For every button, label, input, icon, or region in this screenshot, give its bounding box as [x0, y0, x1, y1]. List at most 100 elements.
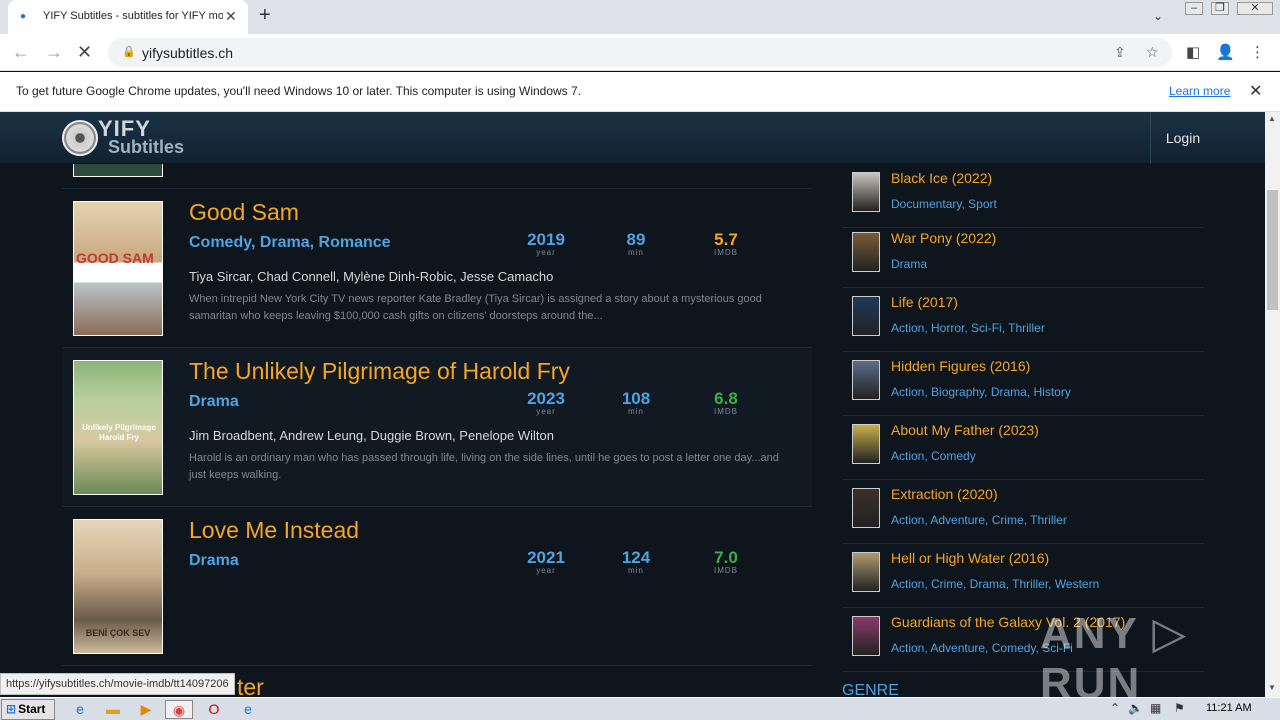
sidebar-thumb[interactable]	[852, 552, 880, 592]
movie-item-love-me-instead[interactable]: BENİ ÇOK SEV Love Me Instead Drama 2021 …	[62, 507, 812, 666]
back-icon[interactable]: ←	[12, 42, 30, 63]
forward-icon[interactable]: →	[45, 42, 63, 63]
scroll-thumb[interactable]	[1267, 190, 1278, 310]
sidebar-genres[interactable]: Action, Crime, Drama, Thriller, Western	[891, 577, 1099, 591]
movie-item-harold-fry[interactable]: Unlikely Pilgrimage Harold Fry The Unlik…	[62, 348, 812, 507]
opera-icon[interactable]: O	[200, 700, 228, 719]
runtime-value: 108	[621, 389, 651, 408]
sidebar-title[interactable]: Black Ice (2022)	[891, 170, 992, 186]
movie-item-good-sam[interactable]: GOOD SAM Good Sam Comedy, Drama, Romance…	[62, 189, 812, 348]
movie-genres[interactable]: Comedy, Drama, Romance	[189, 234, 391, 252]
sidebar-thumb[interactable]	[852, 172, 880, 212]
imdb-label: IMDB	[714, 248, 738, 257]
year-label: year	[536, 407, 556, 416]
year-stat: 2019 year	[516, 230, 576, 257]
edge-icon[interactable]: e	[234, 700, 262, 719]
restore-button[interactable]: ❐	[1211, 2, 1229, 15]
sidebar-genres[interactable]: Drama	[891, 257, 927, 271]
new-tab-button[interactable]: +	[259, 4, 271, 27]
lock-icon[interactable]: 🔒	[122, 45, 136, 58]
poster-partial[interactable]	[73, 164, 163, 177]
minimize-button[interactable]: –	[1185, 2, 1203, 15]
runtime-label: min	[628, 566, 644, 575]
runtime-value: 124	[621, 548, 651, 567]
poster-good-sam[interactable]: GOOD SAM	[73, 201, 163, 336]
runtime-label: min	[628, 407, 644, 416]
scroll-up-icon[interactable]: ▲	[1268, 114, 1276, 123]
movie-genres[interactable]: Drama	[189, 552, 239, 570]
sidebar-genres[interactable]: Documentary, Sport	[891, 197, 997, 211]
sidebar-genres[interactable]: Action, Adventure, Crime, Thriller	[891, 513, 1067, 527]
imdb-stat: 6.8 IMDB	[696, 389, 756, 416]
sidebar-item[interactable]: War Pony (2022) Drama	[842, 224, 1204, 288]
sidebar-thumb[interactable]	[852, 616, 880, 656]
film-reel-logo-icon[interactable]	[62, 120, 98, 156]
sidebar-thumb[interactable]	[852, 232, 880, 272]
sidebar-title[interactable]: Hell or High Water (2016)	[891, 550, 1049, 566]
start-label: Start	[18, 702, 46, 716]
sidebar-genres[interactable]: Action, Biography, Drama, History	[891, 385, 1071, 399]
infobar-close-icon[interactable]: ✕	[1249, 81, 1262, 101]
movie-title[interactable]: Good Sam	[189, 199, 299, 226]
ie-icon[interactable]: e	[66, 700, 94, 719]
stop-icon[interactable]: ✕	[77, 42, 92, 63]
sidebar-title[interactable]: War Pony (2022)	[891, 230, 996, 246]
movie-genres[interactable]: Drama	[189, 393, 239, 411]
update-infobar: To get future Google Chrome updates, you…	[0, 72, 1280, 112]
movie-description: Harold is an ordinary man who has passed…	[189, 452, 779, 481]
start-button[interactable]: ⊞ Start	[1, 699, 55, 720]
tab-yify[interactable]: ● YIFY Subtitles - subtitles for YIFY mo…	[8, 0, 248, 34]
sidebar-thumb[interactable]	[852, 296, 880, 336]
year-stat: 2021 year	[516, 548, 576, 575]
movie-title[interactable]: Love Me Instead	[189, 517, 359, 544]
sidebar-title[interactable]: About My Father (2023)	[891, 422, 1039, 438]
bookmark-star-icon[interactable]: ☆	[1146, 44, 1159, 61]
share-icon[interactable]: ⇪	[1114, 44, 1126, 61]
sidebar-item[interactable]: Hell or High Water (2016) Action, Crime,…	[842, 544, 1204, 608]
sidebar-title[interactable]: Hidden Figures (2016)	[891, 358, 1030, 374]
movie-description: When intrepid New York City TV news repo…	[189, 293, 762, 322]
poster-text: Unlikely Pilgrimage Harold Fry	[82, 423, 156, 442]
status-url-bubble: https://yifysubtitles.ch/movie-imdb/tt14…	[0, 673, 235, 695]
sidebar-item[interactable]: Black Ice (2022) Documentary, Sport	[842, 164, 1204, 228]
sidebar-item[interactable]: Extraction (2020) Action, Adventure, Cri…	[842, 480, 1204, 544]
sidebar-thumb[interactable]	[852, 488, 880, 528]
year-value: 2019	[527, 230, 565, 249]
url-text[interactable]: yifysubtitles.ch	[142, 45, 233, 61]
sidebar-item[interactable]: Life (2017) Action, Horror, Sci-Fi, Thri…	[842, 288, 1204, 352]
sidebar-genres[interactable]: Action, Horror, Sci-Fi, Thriller	[891, 321, 1045, 335]
address-bar[interactable]: 🔒 yifysubtitles.ch ⇪ ☆	[108, 38, 1172, 67]
explorer-folder-icon[interactable]: ▬	[99, 700, 127, 719]
close-window-button[interactable]: ✕	[1237, 2, 1273, 15]
chrome-icon[interactable]: ◉	[165, 700, 193, 719]
login-button[interactable]: Login	[1150, 112, 1215, 164]
imdb-value: 7.0	[714, 548, 738, 567]
imdb-value: 5.7	[714, 230, 738, 249]
menu-kebab-icon[interactable]: ⋮	[1250, 43, 1265, 61]
profile-avatar-icon[interactable]: 👤	[1216, 43, 1235, 61]
tab-search-icon[interactable]: ⌄	[1153, 9, 1163, 23]
side-panel-icon[interactable]: ◧	[1186, 43, 1200, 61]
sidebar-thumb[interactable]	[852, 424, 880, 464]
poster-text: BENİ ÇOK SEV	[85, 628, 151, 638]
sidebar-item[interactable]: About My Father (2023) Action, Comedy	[842, 416, 1204, 480]
imdb-stat: 5.7 IMDB	[696, 230, 756, 257]
genre-heading: GENRE	[842, 682, 899, 697]
sidebar-thumb[interactable]	[852, 360, 880, 400]
learn-more-link[interactable]: Learn more	[1169, 84, 1230, 98]
movie-title[interactable]: The Unlikely Pilgrimage of Harold Fry	[189, 358, 570, 385]
sidebar-genres[interactable]: Action, Comedy	[891, 449, 976, 463]
logo-subtitles-text[interactable]: Subtitles	[108, 137, 184, 158]
sidebar-title[interactable]: Extraction (2020)	[891, 486, 998, 502]
tab-strip: ● YIFY Subtitles - subtitles for YIFY mo…	[0, 0, 1280, 34]
poster-love-me-instead[interactable]: BENİ ÇOK SEV	[73, 519, 163, 654]
media-player-icon[interactable]: ▶	[132, 700, 160, 719]
toolbar: ← → ✕ 🔒 yifysubtitles.ch ⇪ ☆ ◧ 👤 ⋮	[0, 34, 1280, 71]
poster-harold-fry[interactable]: Unlikely Pilgrimage Harold Fry	[73, 360, 163, 495]
sidebar-title[interactable]: Life (2017)	[891, 294, 958, 310]
sidebar-item[interactable]: Hidden Figures (2016) Action, Biography,…	[842, 352, 1204, 416]
movie-title-partial[interactable]: ter	[237, 674, 264, 697]
tab-close-icon[interactable]: ✕	[225, 8, 237, 25]
runtime-value: 89	[626, 230, 646, 249]
year-value: 2023	[527, 389, 565, 408]
